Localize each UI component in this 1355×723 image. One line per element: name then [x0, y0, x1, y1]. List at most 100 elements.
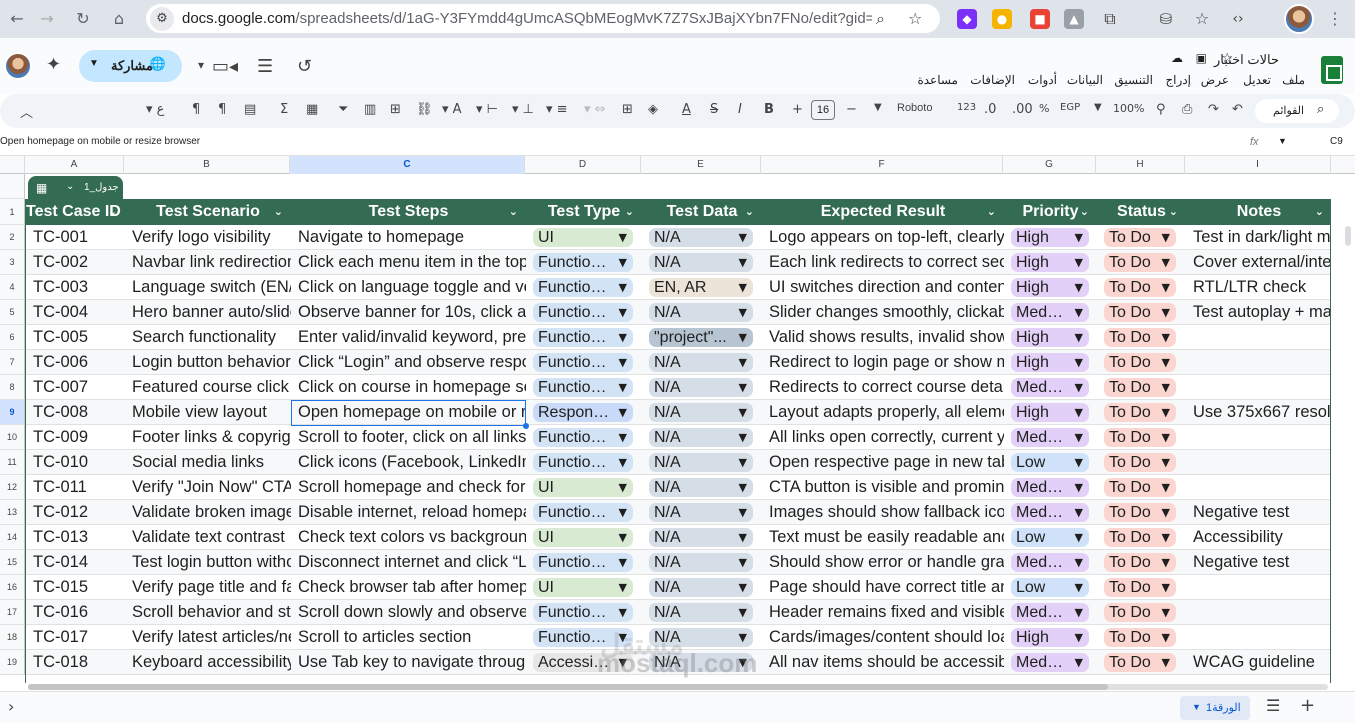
dropdown-arrow-icon[interactable]: ▼	[739, 378, 747, 397]
status-chip[interactable]: To Do ▼	[1104, 428, 1176, 447]
dropdown-arrow-icon[interactable]: ▼	[1075, 528, 1083, 547]
increase-font-icon[interactable]: +	[792, 102, 803, 117]
reload-icon[interactable]: ↻	[70, 6, 96, 32]
cell[interactable]: TC-015	[26, 575, 125, 600]
cell[interactable]: Click each menu item in the top nav	[291, 250, 526, 275]
cell[interactable]: All links open correctly, current year	[762, 425, 1004, 450]
row-header[interactable]: 8	[0, 375, 25, 400]
column-header[interactable]: B	[124, 156, 290, 174]
cell[interactable]: TC-002	[26, 250, 125, 275]
dropdown-arrow-icon[interactable]: ▼	[1162, 553, 1170, 572]
cell[interactable]: Navbar link redirection	[125, 250, 291, 275]
dropdown-arrow-icon[interactable]: ▼	[1162, 503, 1170, 522]
row-header[interactable]: 11	[0, 450, 25, 475]
cell[interactable]: Click on language toggle and verify	[291, 275, 526, 300]
row-header[interactable]: 19	[0, 650, 25, 675]
cell[interactable]: Mobile view layout	[125, 400, 291, 425]
status-chip[interactable]: To Do ▼	[1104, 528, 1176, 547]
decimal-increase-icon[interactable]: .00	[1012, 102, 1033, 117]
dropdown-arrow-icon[interactable]: ▼	[739, 628, 747, 647]
zoom-select[interactable]: 100%	[1113, 102, 1144, 115]
dropdown-arrow-icon[interactable]: ▼	[739, 403, 747, 422]
test-type-chip[interactable]: Functional ▼	[533, 278, 633, 297]
fill-color-icon[interactable]: ◈	[648, 102, 658, 117]
dropdown-arrow-icon[interactable]: ▼	[739, 228, 747, 247]
extensions-puzzle-icon[interactable]: ⧉	[1100, 9, 1120, 29]
cell[interactable]	[1186, 375, 1330, 400]
status-chip[interactable]: To Do ▼	[1104, 553, 1176, 572]
cell[interactable]: Logo appears on top-left, clearly visibl…	[762, 225, 1004, 250]
cell[interactable]: Negative test	[1186, 550, 1330, 575]
dropdown-arrow-icon[interactable]: ▼	[1075, 228, 1083, 247]
test-data-chip[interactable]: N/A ▼	[649, 378, 753, 397]
dropdown-arrow-icon[interactable]: ▼	[1162, 303, 1170, 322]
text-color-icon[interactable]: A	[682, 102, 691, 117]
dropdown-arrow-icon[interactable]: ▼	[619, 253, 627, 272]
cell[interactable]: TC-005	[26, 325, 125, 350]
priority-chip[interactable]: High ▼	[1011, 253, 1089, 272]
link-icon[interactable]: ⛓	[416, 102, 433, 117]
cell[interactable]	[1186, 450, 1330, 475]
column-header[interactable]: F	[761, 156, 1003, 174]
status-chip[interactable]: To Do ▼	[1104, 503, 1176, 522]
table-header-cell[interactable]: Status ⌄	[1097, 199, 1186, 225]
priority-chip[interactable]: High ▼	[1011, 278, 1089, 297]
test-type-chip[interactable]: Functional ▼	[533, 553, 633, 572]
filter-chevron-icon[interactable]: ⌄	[274, 199, 283, 225]
halign-icon[interactable]: ▾ ≡	[546, 102, 568, 117]
vertical-scrollbar[interactable]	[1345, 226, 1351, 246]
priority-chip[interactable]: Medium ▼	[1011, 428, 1089, 447]
status-chip[interactable]: To Do ▼	[1104, 253, 1176, 272]
cell[interactable]: Test login button without	[125, 550, 291, 575]
priority-chip[interactable]: Medium ▼	[1011, 303, 1089, 322]
cell[interactable]: Images should show fallback icon	[762, 500, 1004, 525]
star-icon[interactable]: ☆	[1221, 51, 1233, 66]
status-chip[interactable]: To Do ▼	[1104, 478, 1176, 497]
cell[interactable]: TC-006	[26, 350, 125, 375]
column-header[interactable]: E	[641, 156, 761, 174]
priority-chip[interactable]: High ▼	[1011, 328, 1089, 347]
cell[interactable]: Language switch (EN/AR)	[125, 275, 291, 300]
row-header[interactable]: 3	[0, 250, 25, 275]
dropdown-arrow-icon[interactable]: ▼	[619, 228, 627, 247]
gemini-icon[interactable]: ✦	[46, 54, 61, 75]
font-dropdown-icon[interactable]: ▼	[874, 102, 882, 113]
cell[interactable]: RTL/LTR check	[1186, 275, 1330, 300]
dropdown-arrow-icon[interactable]: ▼	[1075, 553, 1083, 572]
dropdown-arrow-icon[interactable]: ▼	[739, 428, 747, 447]
table-header-cell[interactable]: Notes ⌄	[1186, 199, 1330, 225]
table-icon[interactable]: ▦	[306, 102, 318, 117]
test-data-chip[interactable]: N/A ▼	[649, 303, 753, 322]
column-header[interactable]: A	[25, 156, 124, 174]
cell[interactable]: Scroll to footer, click on all links	[291, 425, 526, 450]
menu-help[interactable]: مساعدة	[917, 73, 958, 87]
dropdown-arrow-icon[interactable]: ▼	[1162, 653, 1170, 672]
name-box[interactable]: C9	[1330, 136, 1343, 147]
text-direction-dropdown-icon[interactable]: ▾ ع	[146, 102, 164, 117]
row-header[interactable]: 6	[0, 325, 25, 350]
cell[interactable]: Open respective page in new tab	[762, 450, 1004, 475]
extension-icon[interactable]: ■	[1030, 9, 1050, 29]
cell[interactable]: TC-004	[26, 300, 125, 325]
select-all-corner[interactable]	[0, 156, 25, 174]
search-menus-input[interactable]: القوائم ⌕	[1255, 99, 1339, 123]
cell[interactable]: Observe banner for 10s, click arrows	[291, 300, 526, 325]
cell[interactable]: All nav items should be accessible	[762, 650, 1004, 675]
dropdown-arrow-icon[interactable]: ▼	[1075, 353, 1083, 372]
dropdown-arrow-icon[interactable]: ▼	[619, 378, 627, 397]
dropdown-arrow-icon[interactable]: ▼	[1075, 378, 1083, 397]
dropdown-arrow-icon[interactable]: ▼	[739, 503, 747, 522]
priority-chip[interactable]: Low ▼	[1011, 528, 1089, 547]
cell[interactable]: Disable internet, reload homepage	[291, 500, 526, 525]
cell[interactable]: Should show error or handle gracefully	[762, 550, 1004, 575]
cell[interactable]: TC-016	[26, 600, 125, 625]
priority-chip[interactable]: Low ▼	[1011, 578, 1089, 597]
cell[interactable]: Check browser tab after homepage	[291, 575, 526, 600]
font-size-input[interactable]: 16	[811, 100, 835, 120]
dropdown-arrow-icon[interactable]: ▼	[1075, 478, 1083, 497]
cell[interactable]: Keyboard accessibility	[125, 650, 291, 675]
dropdown-arrow-icon[interactable]: ▼	[619, 453, 627, 472]
test-type-chip[interactable]: UI ▼	[533, 578, 633, 597]
priority-chip[interactable]: Medium ▼	[1011, 553, 1089, 572]
profile-avatar[interactable]	[1284, 4, 1314, 34]
